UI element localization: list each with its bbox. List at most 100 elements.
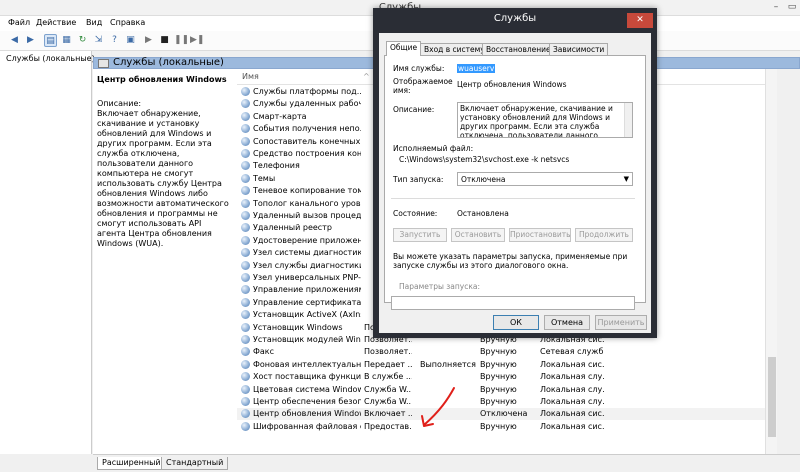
- stop-service-icon[interactable]: ■: [158, 34, 171, 47]
- gear-icon: [241, 297, 250, 307]
- cell-name: Цветовая система Windows: [253, 384, 361, 394]
- gear-icon: [241, 111, 250, 121]
- dialog-description-box[interactable]: Включает обнаружение, скачивание и устан…: [457, 102, 633, 138]
- tab-general[interactable]: Общие: [386, 41, 422, 56]
- cell-name: Шифрованная файловая с...: [253, 421, 361, 431]
- sort-indicator-icon: ^: [363, 72, 370, 81]
- exe-path[interactable]: C:\Windows\system32\svchost.exe -k netsv…: [399, 155, 569, 164]
- export-icon[interactable]: ⇲: [92, 34, 105, 47]
- cell-name: Удаленный вызов процедур...: [253, 211, 361, 220]
- cell-name: Сопоставитель конечных ...: [253, 136, 361, 146]
- cell-name: Управление приложениями: [253, 285, 361, 295]
- cell-desc: Служба W...: [364, 397, 412, 406]
- menu-file[interactable]: Файл: [8, 18, 30, 27]
- cell-logon: Локальная слу...: [540, 397, 604, 406]
- maximize-icon[interactable]: ▭: [784, 1, 800, 14]
- cell-name: Управление сертификатами...: [253, 297, 361, 307]
- cell-startup: Вручную: [480, 421, 517, 431]
- properties-icon[interactable]: ▦: [60, 34, 73, 47]
- vertical-scrollbar[interactable]: [765, 69, 777, 454]
- gear-icon: [241, 285, 250, 295]
- gear-icon: [241, 211, 250, 220]
- gear-icon: [241, 273, 250, 282]
- close-icon[interactable]: ✕: [627, 13, 653, 28]
- services-icon: [98, 59, 109, 68]
- cell-name: Средство построения коне...: [253, 149, 361, 158]
- gear-icon: [241, 372, 250, 382]
- table-row[interactable]: Шифрованная файловая с... Предостав... Вру…: [237, 421, 765, 433]
- service-name-label: Имя службы:: [393, 64, 445, 73]
- table-row[interactable]: Центр обеспечения безоп... Служба W... Вру…: [237, 396, 765, 408]
- menu-action[interactable]: Действие: [36, 18, 76, 27]
- forward-icon[interactable]: ▶: [24, 34, 37, 47]
- restart-service-icon[interactable]: ▶❚: [190, 34, 204, 47]
- start-params-label: Параметры запуска:: [399, 282, 481, 291]
- back-icon[interactable]: ◀: [8, 34, 21, 47]
- table-row[interactable]: Фоновая интеллектуальн... Передает ... Вып…: [237, 359, 765, 371]
- dialog-body: Общие Вход в систему Восстановление Зави…: [379, 33, 651, 333]
- display-name-value[interactable]: Центр обновления Windows: [457, 80, 567, 89]
- scrollbar-thumb[interactable]: [768, 357, 776, 437]
- apply-button[interactable]: Применить: [595, 315, 647, 330]
- table-row[interactable]: Центр обновления Windows Включает ... Откл…: [237, 408, 765, 421]
- start-service-icon[interactable]: ▶: [142, 34, 155, 47]
- gear-icon: [241, 186, 250, 196]
- resume-button[interactable]: Продолжить: [575, 228, 633, 242]
- dialog-title-bar: Службы ✕: [379, 13, 653, 33]
- cell-logon: Сетевая служба: [540, 347, 604, 357]
- table-row[interactable]: Цветовая система Windows Служба W... Вручн…: [237, 384, 765, 396]
- ok-button[interactable]: ОК: [493, 315, 539, 330]
- console-tree: Службы (локальные): [0, 51, 95, 454]
- gear-icon: [241, 409, 250, 419]
- table-row[interactable]: Хост поставщика функции...В службе ... Вр…: [237, 371, 765, 383]
- cell-state: Выполняется: [420, 359, 476, 369]
- tree-item-local-services[interactable]: Службы (локальные): [6, 54, 95, 63]
- cancel-button[interactable]: Отмена: [544, 315, 590, 330]
- gear-icon: [241, 198, 250, 208]
- description-scrollbar[interactable]: [624, 103, 632, 137]
- cell-name: Телефония: [253, 161, 300, 171]
- description-label: Описание:: [97, 99, 142, 108]
- start-button[interactable]: Запустить: [393, 228, 447, 242]
- tab-extended[interactable]: Расширенный: [97, 457, 166, 470]
- pause-service-icon[interactable]: ❚❚: [174, 34, 189, 47]
- start-params-input[interactable]: [391, 296, 635, 310]
- tab-standard[interactable]: Стандартный: [161, 457, 229, 470]
- menu-help[interactable]: Справка: [110, 18, 145, 27]
- console-icon[interactable]: ▣: [124, 34, 137, 47]
- gear-icon: [241, 161, 250, 171]
- help-icon[interactable]: ?: [108, 34, 121, 47]
- cell-name: Удаленный реестр: [253, 223, 332, 233]
- state-label: Состояние:: [393, 209, 438, 218]
- description-pane: Центр обновления Windows Описание: Включ…: [93, 69, 237, 454]
- cell-startup: Вручную: [480, 397, 517, 406]
- pause-button[interactable]: Приостановить: [509, 228, 571, 242]
- state-value: Остановлена: [457, 209, 509, 218]
- cell-name: Установщик ActiveX (AxIns...: [253, 310, 361, 320]
- stop-button[interactable]: Остановить: [451, 228, 505, 242]
- gear-icon: [241, 223, 250, 233]
- content-header-title: Службы (локальные): [113, 57, 224, 68]
- startup-type-value: Отключена: [461, 175, 506, 184]
- chevron-down-icon: ▼: [623, 175, 629, 183]
- console-tree-icon[interactable]: ▤: [44, 34, 57, 47]
- gear-icon: [241, 421, 250, 431]
- display-name-label: Отображаемое имя:: [393, 77, 453, 95]
- exe-label: Исполняемый файл:: [393, 144, 474, 153]
- service-properties-dialog: Службы ✕ Общие Вход в систему Восстановл…: [373, 8, 657, 338]
- table-row[interactable]: Факс Позволяет... Вручную Сетевая служба: [237, 346, 765, 358]
- service-name-value[interactable]: wuauserv: [457, 64, 496, 73]
- selected-service-title: Центр обновления Windows: [97, 75, 227, 84]
- minimize-icon[interactable]: –: [768, 1, 784, 14]
- refresh-icon[interactable]: ↻: [76, 34, 89, 47]
- cell-name: Службы удаленных рабоч...: [253, 99, 361, 109]
- menu-view[interactable]: Вид: [86, 18, 102, 27]
- general-tab-page: Имя службы: wuauserv Отображаемое имя: Ц…: [384, 55, 646, 310]
- dialog-description-label: Описание:: [393, 105, 435, 114]
- cell-name: Установщик Windows: [253, 322, 343, 332]
- gear-icon: [241, 384, 250, 394]
- cell-name: Установщик модулей Windo...: [253, 335, 361, 344]
- column-name[interactable]: Имя: [242, 72, 259, 81]
- startup-type-select[interactable]: Отключена ▼: [457, 172, 633, 186]
- gear-icon: [241, 359, 250, 369]
